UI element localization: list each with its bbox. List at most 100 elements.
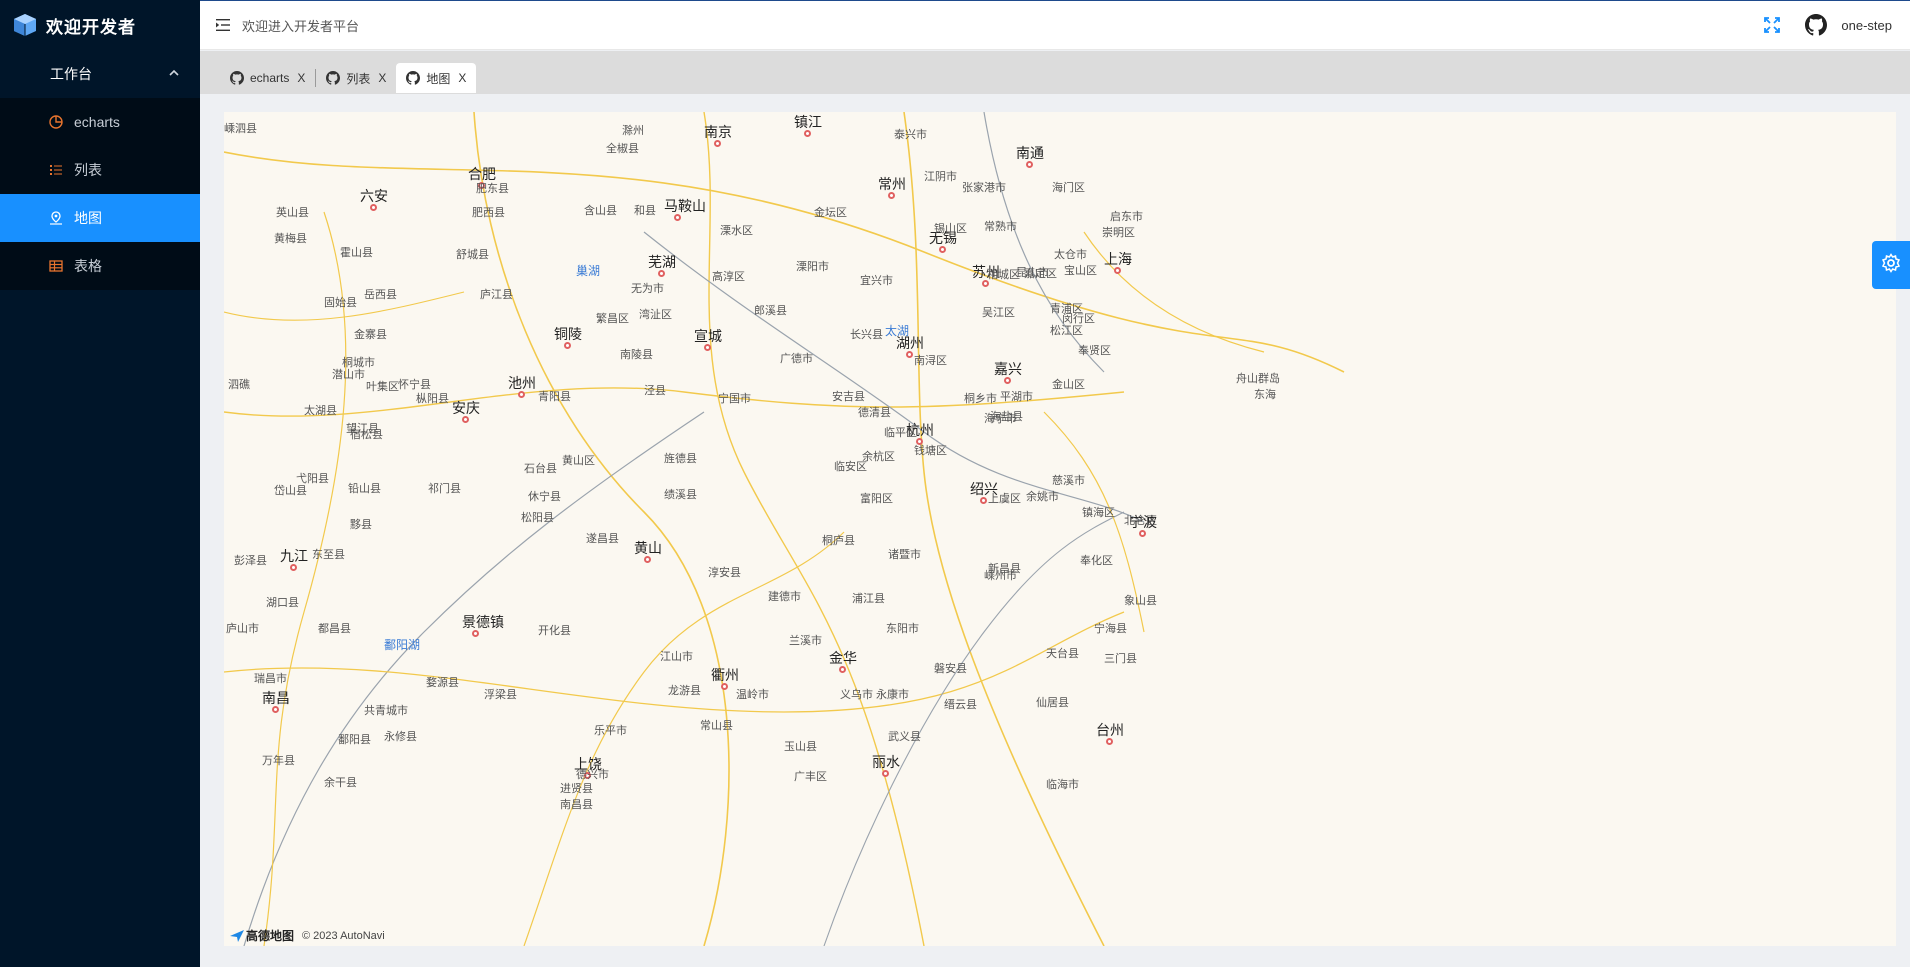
map-place-label: 金山区	[1052, 379, 1085, 391]
map-city-marker	[644, 556, 651, 563]
map-place-label: 全椒县	[606, 143, 639, 155]
map-city-marker	[1114, 267, 1121, 274]
map-place-label: 桐庐县	[822, 535, 855, 547]
map-place-label: 舟山群岛	[1236, 373, 1280, 385]
map-place-label: 宁海县	[1094, 623, 1127, 635]
map-lake-label: 鄱阳湖	[384, 638, 421, 652]
map-city-label: 六安	[360, 188, 388, 204]
map-city-label: 安庆	[452, 400, 480, 416]
map-place-label: 婺源县	[426, 677, 459, 689]
map-place-label: 溧阳市	[796, 261, 829, 273]
map-place-label: 桐乡市	[964, 393, 997, 405]
map-place-label: 缙云县	[944, 699, 977, 711]
github-icon	[326, 71, 341, 85]
tab-list[interactable]: 列表 X	[316, 63, 396, 93]
github-avatar-icon[interactable]	[1805, 13, 1829, 37]
map-place-label: 诸暨市	[888, 549, 921, 561]
map-city-label: 南昌	[262, 690, 290, 706]
map-place-label: 广丰区	[794, 771, 827, 783]
sidebar: 欢迎开发者 工作台 echarts 列表 地图 表格	[0, 0, 200, 967]
map-place-label: 浦江县	[852, 593, 885, 605]
sidebar-item-table[interactable]: 表格	[0, 242, 200, 290]
map-city-marker	[980, 497, 987, 504]
map-place-label: 松江区	[1050, 325, 1083, 337]
map-place-label: 兰溪市	[789, 635, 822, 647]
map-place-label: 万年县	[262, 755, 295, 767]
map-place-label: 奉化区	[1080, 555, 1113, 567]
map-road	[224, 151, 1345, 373]
map-place-label: 郎溪县	[754, 305, 787, 317]
map-city-marker	[564, 342, 571, 349]
map-place-label: 长兴县	[850, 329, 883, 341]
map-city-label: 九江	[280, 548, 308, 564]
map-place-label: 鄱阳县	[338, 734, 371, 746]
map-place-label: 霍山县	[340, 247, 373, 259]
map-place-label: 泾县	[644, 385, 666, 397]
welcome-text: 欢迎进入开发者平台	[242, 18, 360, 34]
sidebar-item-map[interactable]: 地图	[0, 194, 200, 242]
map-place-label: 彭泽县	[234, 555, 267, 567]
map-place-label: 南陵县	[620, 349, 653, 361]
map-place-label: 钱塘区	[914, 445, 947, 457]
map-city-marker	[939, 246, 946, 253]
map-place-label: 宝山区	[1064, 265, 1097, 277]
map-road	[983, 112, 1105, 373]
menu-group-workbench[interactable]: 工作台	[0, 50, 200, 98]
map-place-label: 海盐县	[990, 411, 1023, 423]
sidebar-item-label: 表格	[74, 258, 102, 274]
map-place-label: 临平区	[884, 427, 917, 439]
map-place-label: 湾沚区	[639, 309, 672, 321]
menu-group-label: 工作台	[50, 66, 92, 82]
tab-map[interactable]: 地图 X	[396, 63, 477, 93]
map-place-label: 高淳区	[712, 271, 745, 283]
sidebar-item-list[interactable]: 列表	[0, 146, 200, 194]
map-place-label: 三门县	[1104, 653, 1137, 665]
close-icon[interactable]: X	[297, 71, 305, 85]
settings-button[interactable]	[1872, 241, 1910, 289]
map-city-marker	[290, 564, 297, 571]
map-roads	[224, 112, 1345, 946]
map-city-label: 丽水	[872, 754, 900, 770]
map-place-label: 江山市	[660, 651, 693, 663]
close-icon[interactable]: X	[458, 71, 466, 85]
map-attribution: 高德地图 © 2023 AutoNavi	[230, 927, 385, 944]
map-place-label: 金寨县	[354, 329, 387, 341]
map-place-label: 无为市	[631, 283, 664, 295]
map-place-label: 永修县	[384, 731, 417, 743]
map-place-label: 吴江区	[982, 307, 1015, 319]
map-place-label: 共青城市	[364, 705, 408, 717]
sidebar-item-label: 列表	[74, 162, 102, 178]
list-icon	[48, 162, 64, 178]
map-place-label: 肥西县	[472, 207, 505, 219]
map-place-label: 磐安县	[934, 663, 967, 675]
fullscreen-icon[interactable]	[1763, 15, 1783, 35]
sidebar-item-echarts[interactable]: echarts	[0, 98, 200, 146]
map-city-label: 金华	[829, 650, 857, 666]
brand: 欢迎开发者	[0, 0, 200, 50]
map-city-label: 景德镇	[462, 614, 504, 630]
map-city-marker	[804, 130, 811, 137]
map-canvas[interactable]: 南京 合肥 镇江 常州 南通 上海 苏州 无锡 马鞍山 芜湖 铜陵 宣城 湖州 嘉兴 池州 安庆 杭州 绍兴 宁波黄…	[224, 112, 1896, 946]
close-icon[interactable]: X	[378, 71, 386, 85]
map-place-label: 开化县	[538, 625, 571, 637]
map-city-label: 常州	[878, 176, 906, 192]
map-place-label: 武义县	[888, 731, 921, 743]
map-city-marker	[888, 192, 895, 199]
map-city-label: 台州	[1096, 722, 1124, 738]
map-city-marker	[882, 770, 889, 777]
github-icon	[230, 71, 244, 85]
map-place-label: 宜兴市	[860, 275, 893, 287]
map-place-label: 太仓市	[1054, 249, 1087, 261]
map-city-marker	[714, 140, 721, 147]
menu-collapse-icon[interactable]	[216, 17, 232, 33]
tab-echarts[interactable]: echarts X	[220, 63, 315, 93]
map-place-label: 乐平市	[594, 725, 627, 737]
map-lake-label: 巢湖	[576, 264, 601, 278]
map-pin-icon	[48, 210, 64, 226]
map-place-label: 金坛区	[814, 207, 847, 219]
map-place-label: 休宁县	[528, 491, 561, 503]
map-place-label: 滁州	[622, 125, 644, 137]
map-city-marker	[518, 391, 525, 398]
tab-label: 列表	[346, 71, 371, 86]
username[interactable]: one-step	[1841, 18, 1892, 33]
